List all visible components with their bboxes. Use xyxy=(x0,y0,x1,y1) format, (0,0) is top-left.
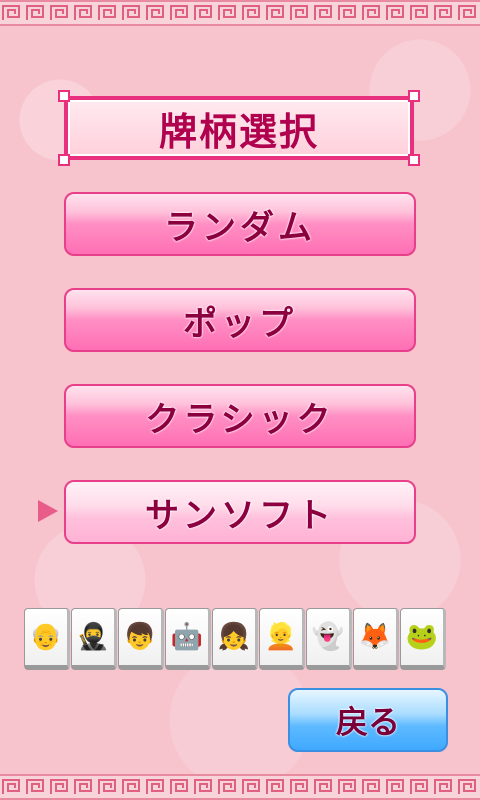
tile-preview-row: 👴 🥷 👦 🤖 👧 👱 👻 🦊 🐸 xyxy=(24,608,446,670)
tile-red-hair-girl: 👧 xyxy=(212,608,258,670)
bottom-border xyxy=(0,774,480,800)
tile-armored-boy: 🤖 xyxy=(165,608,211,670)
title-frame: 牌柄選択 xyxy=(58,90,420,166)
tile-ninja: 🥷 xyxy=(71,608,117,670)
tile-fox: 🦊 xyxy=(353,608,399,670)
tile-frog: 🐸 xyxy=(400,608,446,670)
tile-hero-boy: 👦 xyxy=(118,608,164,670)
title-corner xyxy=(58,154,70,166)
top-border xyxy=(0,0,480,26)
tile-old-man: 👴 xyxy=(24,608,70,670)
tile-ghost: 👻 xyxy=(306,608,352,670)
tileset-pop-button[interactable]: ポップ xyxy=(64,288,416,352)
tileset-sunsoft-button[interactable]: サンソフト xyxy=(64,480,416,544)
title-corner xyxy=(408,90,420,102)
title-corner xyxy=(58,90,70,102)
selection-arrow-icon xyxy=(38,500,58,522)
back-button[interactable]: 戻る xyxy=(288,688,448,752)
tile-blonde-girl: 👱 xyxy=(259,608,305,670)
tileset-random-button[interactable]: ランダム xyxy=(64,192,416,256)
title-corner xyxy=(408,154,420,166)
page-title: 牌柄選択 xyxy=(68,100,410,156)
tileset-classic-button[interactable]: クラシック xyxy=(64,384,416,448)
